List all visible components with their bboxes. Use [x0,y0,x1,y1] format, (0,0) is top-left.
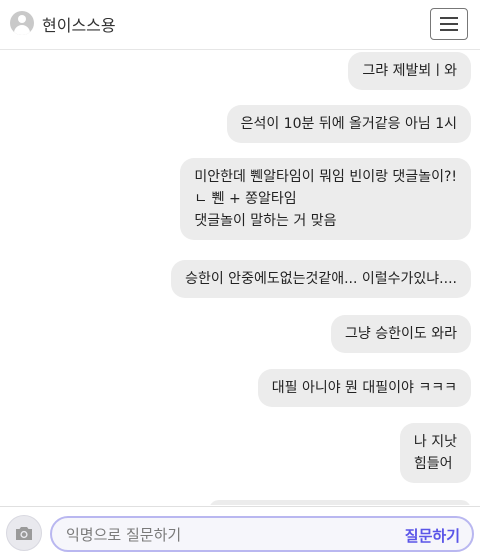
menu-line [440,17,458,19]
hamburger-menu-icon[interactable] [430,8,468,40]
composer-bar: 질문하기 [0,506,480,553]
message-bubble: 승한이 안중에도없는것같애... 이럴수가있냐.... [171,260,471,298]
person-icon-body [14,25,30,35]
menu-line [440,29,458,31]
question-input-container: 질문하기 [50,516,474,552]
message-bubble: 대필 아니야 뭔 대필이야 ㅋㅋㅋ [257,369,471,407]
message-bubble: 그랴 제발뵈ㅣ와 [348,52,471,90]
camera-icon[interactable] [6,515,42,551]
message-bubble [209,500,471,505]
ask-button[interactable]: 질문하기 [405,525,460,546]
menu-line [440,23,458,25]
question-input[interactable] [66,524,366,546]
message-bubble: 나 지낫 힘들어 [399,423,471,483]
person-icon-head [18,15,26,23]
message-bubble: 미안한데 쀈알타임이 뭐임 빈이랑 댓글놀이?! ㄴ 쀈 + 쫑알타임 댓글놀이… [180,158,471,240]
app-header: 현이스스용 [0,0,480,50]
message-bubble: 그냥 승한이도 와라 [331,315,471,353]
username[interactable]: 현이스스용 [42,12,116,36]
avatar[interactable] [10,11,34,35]
message-bubble: 은석이 10분 뒤에 올거같응 아님 1시 [226,105,471,143]
chat-thread[interactable]: 그랴 제발뵈ㅣ와 은석이 10분 뒤에 올거같응 아님 1시 미안한데 쀈알타임… [0,50,480,505]
